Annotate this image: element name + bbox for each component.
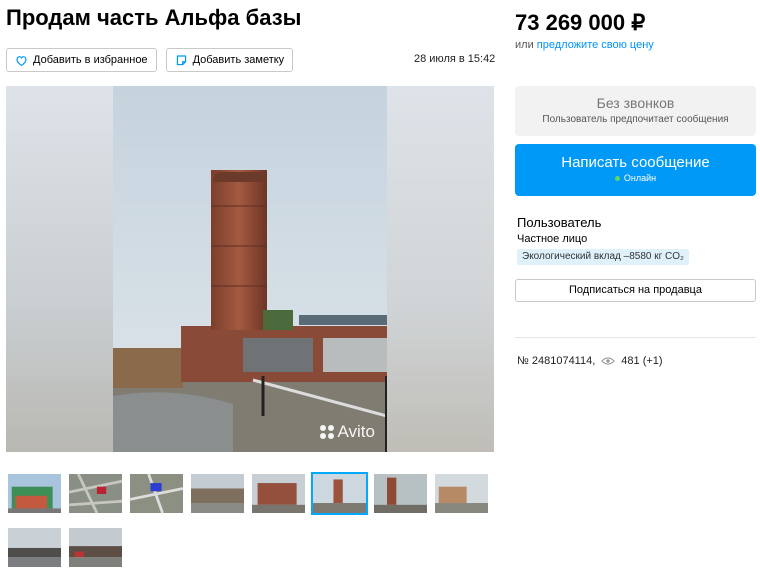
heart-icon: [16, 55, 27, 66]
note-icon: [176, 54, 186, 65]
add-to-favorites-label: Добавить в избранное: [33, 54, 148, 66]
suggest-price-link[interactable]: предложите свою цену: [537, 39, 654, 51]
no-calls-subtitle: Пользователь предпочитает сообщения: [542, 114, 729, 125]
page-title: Продам часть Альфа базы: [6, 5, 302, 30]
no-calls-notice: Без звонков Пользователь предпочитает со…: [515, 86, 756, 136]
thumbnail[interactable]: [128, 472, 185, 515]
gallery-blur-left: [6, 86, 113, 452]
thumbnail[interactable]: [372, 472, 429, 515]
thumbnail[interactable]: [6, 526, 63, 569]
listing-meta: № 2481074114, 481 (+1): [517, 355, 663, 367]
add-note-label: Добавить заметку: [192, 54, 285, 66]
thumbnail-strip: [6, 472, 494, 569]
thumbnail[interactable]: [250, 472, 307, 515]
seller-name[interactable]: Пользователь: [517, 215, 601, 230]
thumbnail-active[interactable]: [311, 472, 368, 515]
eye-icon: [601, 357, 616, 365]
add-note-button[interactable]: Добавить заметку: [165, 48, 294, 72]
write-message-label: Написать сообщение: [561, 154, 710, 171]
thumbnail[interactable]: [67, 526, 124, 569]
thumbnail[interactable]: [6, 472, 63, 515]
water-tower-photo: [113, 86, 387, 452]
thumbnail[interactable]: [433, 472, 490, 515]
view-count: 481 (+1): [621, 355, 663, 367]
thumbnail[interactable]: [189, 472, 246, 515]
main-photo[interactable]: Avito: [113, 86, 387, 452]
listing-actions: Добавить в избранное Добавить заметку: [6, 48, 294, 72]
photo-gallery[interactable]: Avito: [6, 86, 494, 452]
subscribe-seller-button[interactable]: Подписаться на продавца: [515, 279, 756, 302]
avito-logo-icon: [319, 425, 334, 439]
avito-watermark: Avito: [319, 422, 375, 442]
no-calls-title: Без звонков: [596, 95, 675, 111]
eco-badge[interactable]: Экологический вклад –8580 кг CO₂: [517, 249, 689, 265]
price-offer: или предложите свою цену: [515, 39, 654, 51]
add-to-favorites-button[interactable]: Добавить в избранное: [6, 48, 157, 72]
thumbnail[interactable]: [67, 472, 124, 515]
online-status: Онлайн: [515, 173, 756, 183]
price: 73 269 000 ₽: [515, 10, 646, 35]
listing-id: № 2481074114,: [517, 355, 596, 367]
divider: [515, 337, 756, 338]
write-message-button[interactable]: Написать сообщение Онлайн: [515, 144, 756, 196]
seller-type: Частное лицо: [517, 233, 588, 245]
online-dot-icon: [614, 175, 620, 181]
publish-date: 28 июля в 15:42: [414, 53, 496, 65]
gallery-blur-right: [387, 86, 494, 452]
